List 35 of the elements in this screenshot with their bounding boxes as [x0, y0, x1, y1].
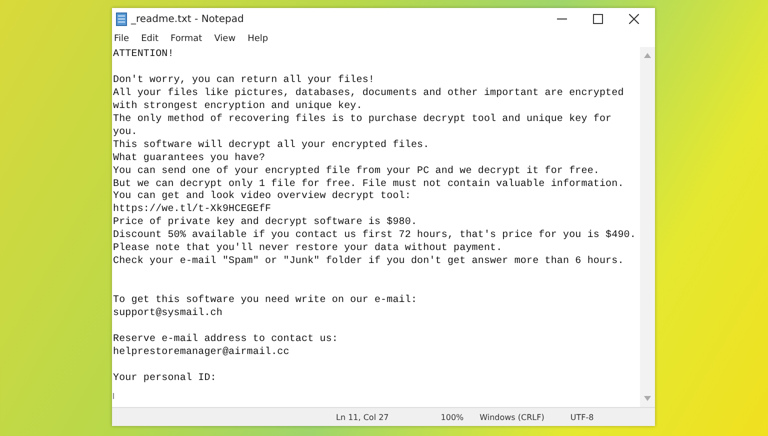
text-line: support@sysmail.ch: [113, 308, 222, 321]
text-line: Discount 50% available if you contact us first 72 hours, that's price for you is $490.: [113, 230, 636, 242]
window-title: _readme.txt - Notepad: [131, 14, 244, 24]
text-line: Reserve e-mail address to contact us:: [113, 334, 338, 346]
text-line: Don't worry, you can return all your files!: [113, 74, 374, 88]
status-text: Ln 11, Col 27: [336, 412, 389, 422]
menu-item[interactable]: View: [214, 34, 236, 44]
text-line: You can get and look video overview decrypt tool:: [113, 191, 411, 204]
status-text: UTF-8: [570, 412, 594, 422]
text-line: But we can decrypt only 1 file for free. File must not contain valuable information.: [113, 178, 624, 190]
menu-item[interactable]: Edit: [141, 34, 158, 44]
text-line: All your files like pictures, databases, documents and other important are encrypted: [113, 88, 624, 100]
text-line: The only method of recovering files is to purchase decrypt tool and unique key for: [113, 114, 612, 127]
text-line: https://we.tl/t-Xk9HCEGEfF: [113, 204, 272, 216]
text-line: This software will decrypt all your encrypted files.: [113, 140, 430, 152]
text-line: helprestoremanager@airmail.cc: [113, 346, 290, 360]
close-icon[interactable]: [629, 14, 639, 24]
menu-item[interactable]: Help: [248, 34, 268, 44]
menu-item[interactable]: File: [114, 34, 130, 44]
text-line: Price of private key and decrypt software is $980.: [113, 217, 418, 230]
notepad-icon: [116, 12, 127, 26]
status-text: Windows (CRLF): [480, 412, 544, 422]
text-line: you.: [113, 126, 138, 140]
text-line: To get this software you need write on our e-mail:: [113, 295, 418, 308]
menu-item[interactable]: Format: [170, 34, 202, 44]
text-line: Please note that you'll never restore your data without payment.: [113, 243, 502, 256]
text-line: You can send one of your encrypted file from your PC and we decrypt it for free.: [113, 166, 600, 178]
text-line: Check your e-mail "Spam" or "Junk" folder if you don't get answer more than 6 hours.: [113, 256, 624, 270]
status-text: 100%: [440, 412, 464, 422]
maximize-icon[interactable]: [593, 14, 603, 24]
text-line: What guarantees you have?: [113, 152, 266, 166]
text-line: with strongest encryption and unique key.: [113, 100, 362, 114]
text-line: Your personal ID:: [113, 372, 216, 386]
text-line: ATTENTION!: [113, 49, 174, 62]
text-cursor: [113, 392, 114, 399]
